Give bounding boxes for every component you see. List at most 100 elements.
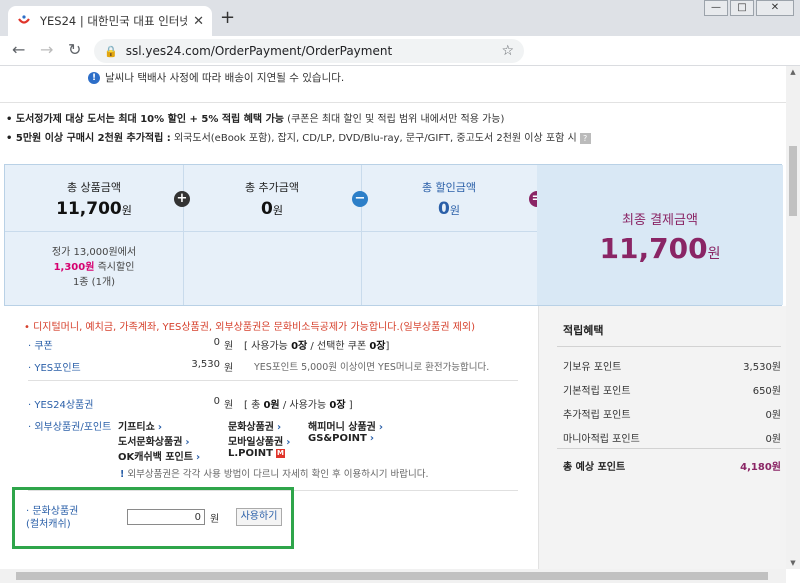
- scroll-down-icon[interactable]: ▼: [786, 559, 800, 567]
- giftcard-row: · YES24상품권 0 원 [ 총 0원 / 사용가능 0장 ]: [20, 396, 520, 411]
- browser-toolbar: ← → ↻ 🔒 ssl.yes24.com/OrderPayment/Order…: [0, 36, 800, 66]
- reward-points-title: 적립혜택: [563, 324, 604, 337]
- basic-points-row: 기본적립 포인트 650원: [563, 386, 781, 397]
- ok-cashbag-link[interactable]: OK캐쉬백 포인트 ›: [118, 448, 200, 463]
- instant-discount-text: 즉시할인: [94, 262, 135, 273]
- held-points-row: 기보유 포인트 3,530원: [563, 362, 781, 373]
- extra-points-row: 추가적립 포인트 0원: [563, 410, 781, 421]
- help-icon[interactable]: ?: [579, 133, 591, 144]
- won-unit: 원: [224, 400, 234, 411]
- mania-points-row: 마니아적립 포인트 0원: [563, 434, 781, 445]
- won-unit: 원: [449, 204, 460, 217]
- coupon-link[interactable]: · 쿠폰: [28, 337, 53, 352]
- benefit-line-1-bold: • 도서정가제 대상 도서는 최대 10% 할인 + 5% 적립 혜택 가능: [6, 114, 284, 125]
- lpoint-badge-icon: M: [275, 448, 285, 458]
- back-arrow-icon[interactable]: ←: [12, 42, 25, 58]
- benefit-line-2-rest: 외국도서(eBook 포함), 잡지, CD/LP, DVD/Blu-ray, …: [170, 133, 577, 144]
- extra-total-column: 총 추가금액 0원: [183, 165, 361, 305]
- lock-icon[interactable]: 🔒: [104, 45, 118, 58]
- gifticon-link[interactable]: 기프티쇼 ›: [118, 418, 162, 433]
- divider: [28, 380, 518, 381]
- divider: [0, 102, 786, 103]
- yes24-favicon-icon: [18, 15, 30, 24]
- horizontal-scroll-thumb[interactable]: [16, 572, 768, 580]
- tab-close-icon[interactable]: ✕: [193, 14, 204, 29]
- extra-total-label: 총 추가금액: [244, 181, 300, 194]
- culture-cash-input[interactable]: [127, 509, 205, 525]
- coupon-row: · 쿠폰 0 원 [ 사용가능 0장 / 선택한 쿠폰 0장]: [20, 337, 520, 352]
- extra-total-value: 0: [261, 199, 273, 219]
- url-text[interactable]: ssl.yes24.com/OrderPayment/OrderPayment: [126, 44, 502, 58]
- reload-icon[interactable]: ↻: [68, 42, 81, 58]
- final-payment-value: 11,700: [599, 232, 708, 265]
- benefit-line-1-rest: (쿠폰은 최대 할인 및 적립 범위 내에서만 적용 가능): [283, 114, 505, 125]
- new-tab-button[interactable]: +: [220, 9, 235, 27]
- window-close-button[interactable]: ✕: [756, 0, 794, 16]
- lpoint-link[interactable]: L.POINT M: [228, 448, 285, 459]
- final-payment-label: 최종 결제금액: [622, 213, 698, 228]
- vertical-scrollbar[interactable]: ▲ ▼: [786, 66, 800, 569]
- order-summary: 총 상품금액 11,700원 + 총 추가금액 0원 − 총 할인금액 0원 =…: [4, 164, 783, 306]
- horizontal-scrollbar[interactable]: [0, 569, 786, 583]
- discount-total-label: 총 할인금액: [421, 181, 477, 194]
- discount-total-column: 총 할인금액 0원: [361, 165, 537, 305]
- book-culture-giftcard-link[interactable]: 도서문화상품권 ›: [118, 433, 190, 448]
- won-unit: 원: [224, 341, 234, 352]
- external-note: ! 외부상품권은 각각 사용 방법이 다르니 자세히 확인 후 이용하시기 바랍…: [120, 466, 429, 480]
- instant-discount-amount: 1,300원: [53, 262, 95, 273]
- won-unit: 원: [210, 514, 220, 525]
- list-price-text: 정가 13,000원에서: [51, 247, 137, 258]
- yespoint-amount: 3,530: [191, 359, 220, 370]
- reward-points-panel: 적립혜택 기보유 포인트 3,530원 기본적립 포인트 650원 추가적립 포인트…: [538, 306, 786, 569]
- tab-title: YES24 | 대한민국 대표 인터넷서: [40, 14, 188, 28]
- won-unit: 원: [224, 363, 234, 374]
- won-unit: 원: [121, 204, 132, 217]
- external-note-text: 외부상품권은 각각 사용 방법이 다르니 자세히 확인 후 이용하시기 바랍니다…: [124, 469, 429, 480]
- use-culture-cash-button[interactable]: 사용하기: [236, 508, 282, 526]
- final-payment: 최종 결제금액 11,700원: [537, 165, 783, 305]
- maximize-button[interactable]: □: [730, 0, 754, 16]
- delivery-notice-text: 날씨나 택배사 사정에 따라 배송이 지연될 수 있습니다.: [105, 72, 345, 84]
- browser-tab[interactable]: YES24 | 대한민국 대표 인터넷서 ✕: [8, 6, 212, 36]
- benefit-line-2-bold: • 5만원 이상 구매시 2천원 추가적립 :: [6, 133, 171, 144]
- yes24-giftcard-link[interactable]: · YES24상품권: [28, 396, 93, 411]
- benefit-line-2: • 5만원 이상 구매시 2천원 추가적립 : 외국도서(eBook 포함), …: [6, 129, 591, 144]
- item-count-text: 1종 (1개): [72, 277, 116, 288]
- won-unit: 원: [707, 246, 721, 262]
- divider: [557, 448, 781, 449]
- minimize-button[interactable]: —: [704, 0, 728, 16]
- scroll-up-icon[interactable]: ▲: [786, 68, 800, 76]
- yespoint-link[interactable]: · YES포인트: [28, 359, 81, 374]
- info-icon: !: [88, 71, 100, 84]
- benefit-line-1: • 도서정가제 대상 도서는 최대 10% 할인 + 5% 적립 혜택 가능 (…: [6, 110, 504, 125]
- culture-giftcard-link[interactable]: 문화상품권 ›: [228, 418, 281, 433]
- discount-total-value: 0: [438, 199, 450, 219]
- yespoint-desc: YES포인트 5,000원 이상이면 YES머니로 환전가능합니다.: [254, 362, 490, 373]
- yespoint-row: · YES포인트 3,530 원 YES포인트 5,000원 이상이면 YES머…: [20, 359, 520, 374]
- forward-arrow-icon[interactable]: →: [40, 42, 53, 58]
- page-content: ! 날씨나 택배사 사정에 따라 배송이 지연될 수 있습니다. • 도서정가제…: [0, 66, 786, 569]
- coupon-desc: [ 사용가능 0장 / 선택한 쿠폰 0장]: [244, 341, 390, 352]
- product-total-label: 총 상품금액: [66, 181, 122, 194]
- giftcard-desc: [ 총 0원 / 사용가능 0장 ]: [244, 400, 353, 411]
- won-unit: 원: [272, 204, 283, 217]
- delivery-notice: ! 날씨나 택배사 사정에 따라 배송이 지연될 수 있습니다.: [88, 70, 344, 85]
- product-total-value: 11,700: [56, 199, 122, 219]
- divider: [557, 346, 781, 347]
- coupon-amount: 0: [213, 337, 220, 348]
- bookmark-star-icon[interactable]: ☆: [501, 43, 514, 59]
- discount-detail: 정가 13,000원에서 1,300원 즉시할인 1종 (1개): [5, 245, 183, 290]
- browser-tab-strip: YES24 | 대한민국 대표 인터넷서 ✕ + — □ ✕: [0, 0, 800, 36]
- tax-deduction-warning: • 디지털머니, 예치금, 가족계좌, YES상품권, 외부상품권은 문화비소득…: [24, 322, 475, 333]
- happymoney-link[interactable]: 해피머니 상품권 ›: [308, 418, 383, 433]
- divider: [5, 231, 537, 232]
- address-bar[interactable]: 🔒 ssl.yes24.com/OrderPayment/OrderPaymen…: [94, 39, 524, 63]
- culture-cash-label[interactable]: · 문화상품권 (컬처캐쉬): [26, 505, 78, 531]
- window-controls: — □ ✕: [702, 0, 794, 16]
- gs-point-link[interactable]: GS&POINT ›: [308, 433, 374, 444]
- mobile-giftcard-link[interactable]: 모바일상품권 ›: [228, 433, 290, 448]
- external-giftcard-label: · 외부상품권/포인트: [28, 422, 112, 433]
- giftcard-amount: 0: [213, 396, 220, 407]
- vertical-scroll-thumb[interactable]: [789, 146, 797, 216]
- total-points-row: 총 예상 포인트 4,180원: [563, 462, 781, 473]
